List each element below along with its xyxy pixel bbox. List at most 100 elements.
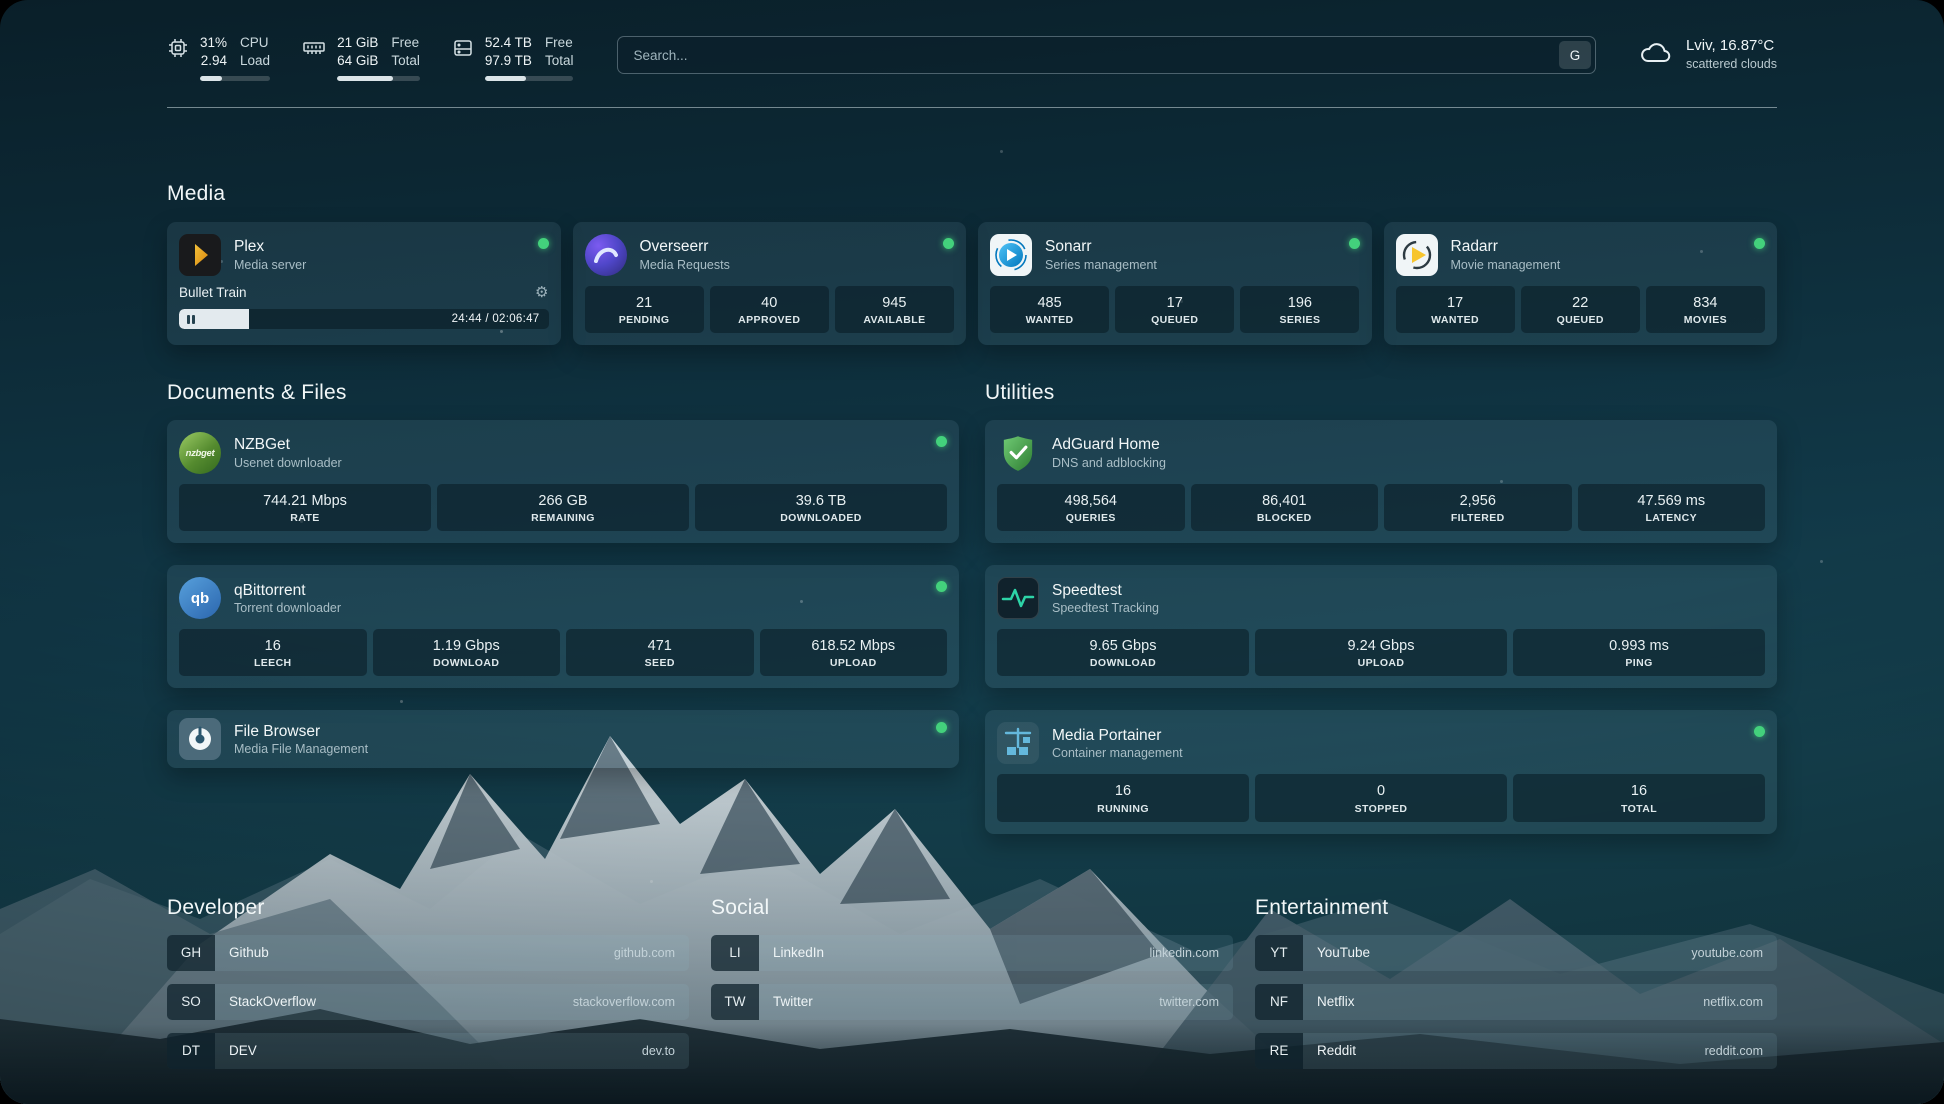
stat-label: PING xyxy=(1517,657,1761,669)
section-documents-files: Documents & Files nzbget NZBGet Usenet d… xyxy=(167,381,959,833)
stat-series: 196 SERIES xyxy=(1240,286,1359,333)
service-card-portainer[interactable]: Media Portainer Container management 16 … xyxy=(985,710,1777,833)
header-divider xyxy=(167,107,1777,108)
section-developer: Developer GH Github github.com SO StackO… xyxy=(167,896,689,1069)
stat-value: 86,401 xyxy=(1195,492,1375,510)
service-subtitle: Media Requests xyxy=(640,257,730,273)
stat-value: 471 xyxy=(570,637,750,655)
service-name: qBittorrent xyxy=(234,581,341,600)
plex-player-bar[interactable]: 24:44 / 02:06:47 xyxy=(179,309,549,329)
stat-label: APPROVED xyxy=(714,314,825,326)
stat-value: 196 xyxy=(1244,294,1355,312)
service-card-sonarr[interactable]: Sonarr Series management 485 WANTED 17 Q… xyxy=(978,222,1372,345)
weather-widget[interactable]: Lviv, 16.87°C scattered clouds xyxy=(1636,36,1777,73)
search-input[interactable] xyxy=(617,36,1596,74)
cpu-label-2: Load xyxy=(240,52,270,70)
service-card-radarr[interactable]: Radarr Movie management 17 WANTED 22 QUE… xyxy=(1384,222,1778,345)
stat-label: AVAILABLE xyxy=(839,314,950,326)
service-card-adguard[interactable]: AdGuard Home DNS and adblocking 498,564 … xyxy=(985,420,1777,543)
entertainment-section-title: Entertainment xyxy=(1255,896,1777,920)
weather-location: Lviv, 16.87°C xyxy=(1686,36,1777,56)
stat-value: 0.993 ms xyxy=(1517,637,1761,655)
cpu-icon xyxy=(167,37,189,69)
stat-filtered: 2,956 FILTERED xyxy=(1384,484,1572,531)
overseerr-icon xyxy=(585,234,627,276)
stat-rate: 744.21 Mbps RATE xyxy=(179,484,431,531)
stat-label: SEED xyxy=(570,657,750,669)
bookmark-netflix[interactable]: NF Netflix netflix.com xyxy=(1255,984,1777,1020)
bookmark-twitter[interactable]: TW Twitter twitter.com xyxy=(711,984,1233,1020)
disk-progress-track xyxy=(485,76,574,81)
service-card-speedtest[interactable]: Speedtest Speedtest Tracking 9.65 Gbps D… xyxy=(985,565,1777,688)
qbittorrent-icon: qb xyxy=(179,577,221,619)
stat-queued: 17 QUEUED xyxy=(1115,286,1234,333)
disk-metric: 52.4 TB 97.9 TB Free Total xyxy=(452,34,574,81)
stat-label: FILTERED xyxy=(1388,512,1568,524)
bookmark-url: dev.to xyxy=(642,1044,675,1058)
bookmark-name: Github xyxy=(229,945,269,960)
service-subtitle: Usenet downloader xyxy=(234,455,342,471)
stat-value: 21 xyxy=(589,294,700,312)
cpu-progress-fill xyxy=(200,76,222,81)
settings-gear-icon[interactable]: ⚙ xyxy=(535,285,548,300)
service-card-qbittorrent[interactable]: qb qBittorrent Torrent downloader 16 LEE… xyxy=(167,565,959,688)
stat-label: RATE xyxy=(183,512,427,524)
service-name: Media Portainer xyxy=(1052,726,1183,745)
stat-value: 1.19 Gbps xyxy=(377,637,557,655)
service-card-overseerr[interactable]: Overseerr Media Requests 21 PENDING 40 A… xyxy=(573,222,967,345)
bookmark-github[interactable]: GH Github github.com xyxy=(167,935,689,971)
section-entertainment: Entertainment YT YouTube youtube.com NF … xyxy=(1255,896,1777,1069)
bookmark-youtube[interactable]: YT YouTube youtube.com xyxy=(1255,935,1777,971)
stat-label: QUEUED xyxy=(1525,314,1636,326)
service-name: File Browser xyxy=(234,722,368,741)
stat-label: DOWNLOAD xyxy=(1001,657,1245,669)
bookmark-abbr: YT xyxy=(1255,935,1303,971)
google-search-button[interactable]: G xyxy=(1559,41,1591,69)
cpu-progress-track xyxy=(200,76,270,81)
status-dot xyxy=(936,581,947,592)
service-card-nzbget[interactable]: nzbget NZBGet Usenet downloader 744.21 M… xyxy=(167,420,959,543)
dashboard-screen: 31% 2.94 CPU Load xyxy=(0,0,1944,1104)
now-playing-title: Bullet Train xyxy=(179,285,247,300)
bookmark-abbr: SO xyxy=(167,984,215,1020)
status-dot xyxy=(943,238,954,249)
service-subtitle: Movie management xyxy=(1451,257,1561,273)
stat-value: 16 xyxy=(1001,782,1245,800)
bookmark-name: Twitter xyxy=(773,994,813,1009)
pause-icon[interactable] xyxy=(187,315,195,324)
search-bar: G xyxy=(617,36,1596,74)
bookmark-name: DEV xyxy=(229,1043,257,1058)
bookmark-stackoverflow[interactable]: SO StackOverflow stackoverflow.com xyxy=(167,984,689,1020)
stat-value: 834 xyxy=(1650,294,1761,312)
status-dot xyxy=(936,436,947,447)
stat-download: 9.65 Gbps DOWNLOAD xyxy=(997,629,1249,676)
section-social: Social LI LinkedIn linkedin.com TW Twitt… xyxy=(711,896,1233,1069)
stat-label: BLOCKED xyxy=(1195,512,1375,524)
stat-wanted: 17 WANTED xyxy=(1396,286,1515,333)
bookmark-url: github.com xyxy=(614,946,675,960)
service-card-filebrowser[interactable]: File Browser Media File Management xyxy=(167,710,959,768)
cpu-percent: 31% xyxy=(200,34,227,52)
stat-value: 618.52 Mbps xyxy=(764,637,944,655)
stat-value: 498,564 xyxy=(1001,492,1181,510)
filebrowser-icon xyxy=(179,718,221,760)
bookmark-dev[interactable]: DT DEV dev.to xyxy=(167,1033,689,1069)
service-subtitle: Speedtest Tracking xyxy=(1052,600,1159,616)
disk-label-1: Free xyxy=(545,34,573,52)
plex-icon xyxy=(179,234,221,276)
bookmark-reddit[interactable]: RE Reddit reddit.com xyxy=(1255,1033,1777,1069)
stat-label: TOTAL xyxy=(1517,803,1761,815)
stat-ping: 0.993 ms PING xyxy=(1513,629,1765,676)
developer-section-title: Developer xyxy=(167,896,689,920)
stat-value: 40 xyxy=(714,294,825,312)
bookmark-linkedin[interactable]: LI LinkedIn linkedin.com xyxy=(711,935,1233,971)
service-card-plex[interactable]: Plex Media server Bullet Train ⚙ 24:44 xyxy=(167,222,561,345)
cpu-label-1: CPU xyxy=(240,34,269,52)
bookmark-name: LinkedIn xyxy=(773,945,824,960)
bookmark-url: twitter.com xyxy=(1159,995,1219,1009)
stat-approved: 40 APPROVED xyxy=(710,286,829,333)
status-dot xyxy=(936,722,947,733)
bookmark-url: netflix.com xyxy=(1703,995,1763,1009)
bookmark-url: stackoverflow.com xyxy=(573,995,675,1009)
stat-leech: 16 LEECH xyxy=(179,629,367,676)
